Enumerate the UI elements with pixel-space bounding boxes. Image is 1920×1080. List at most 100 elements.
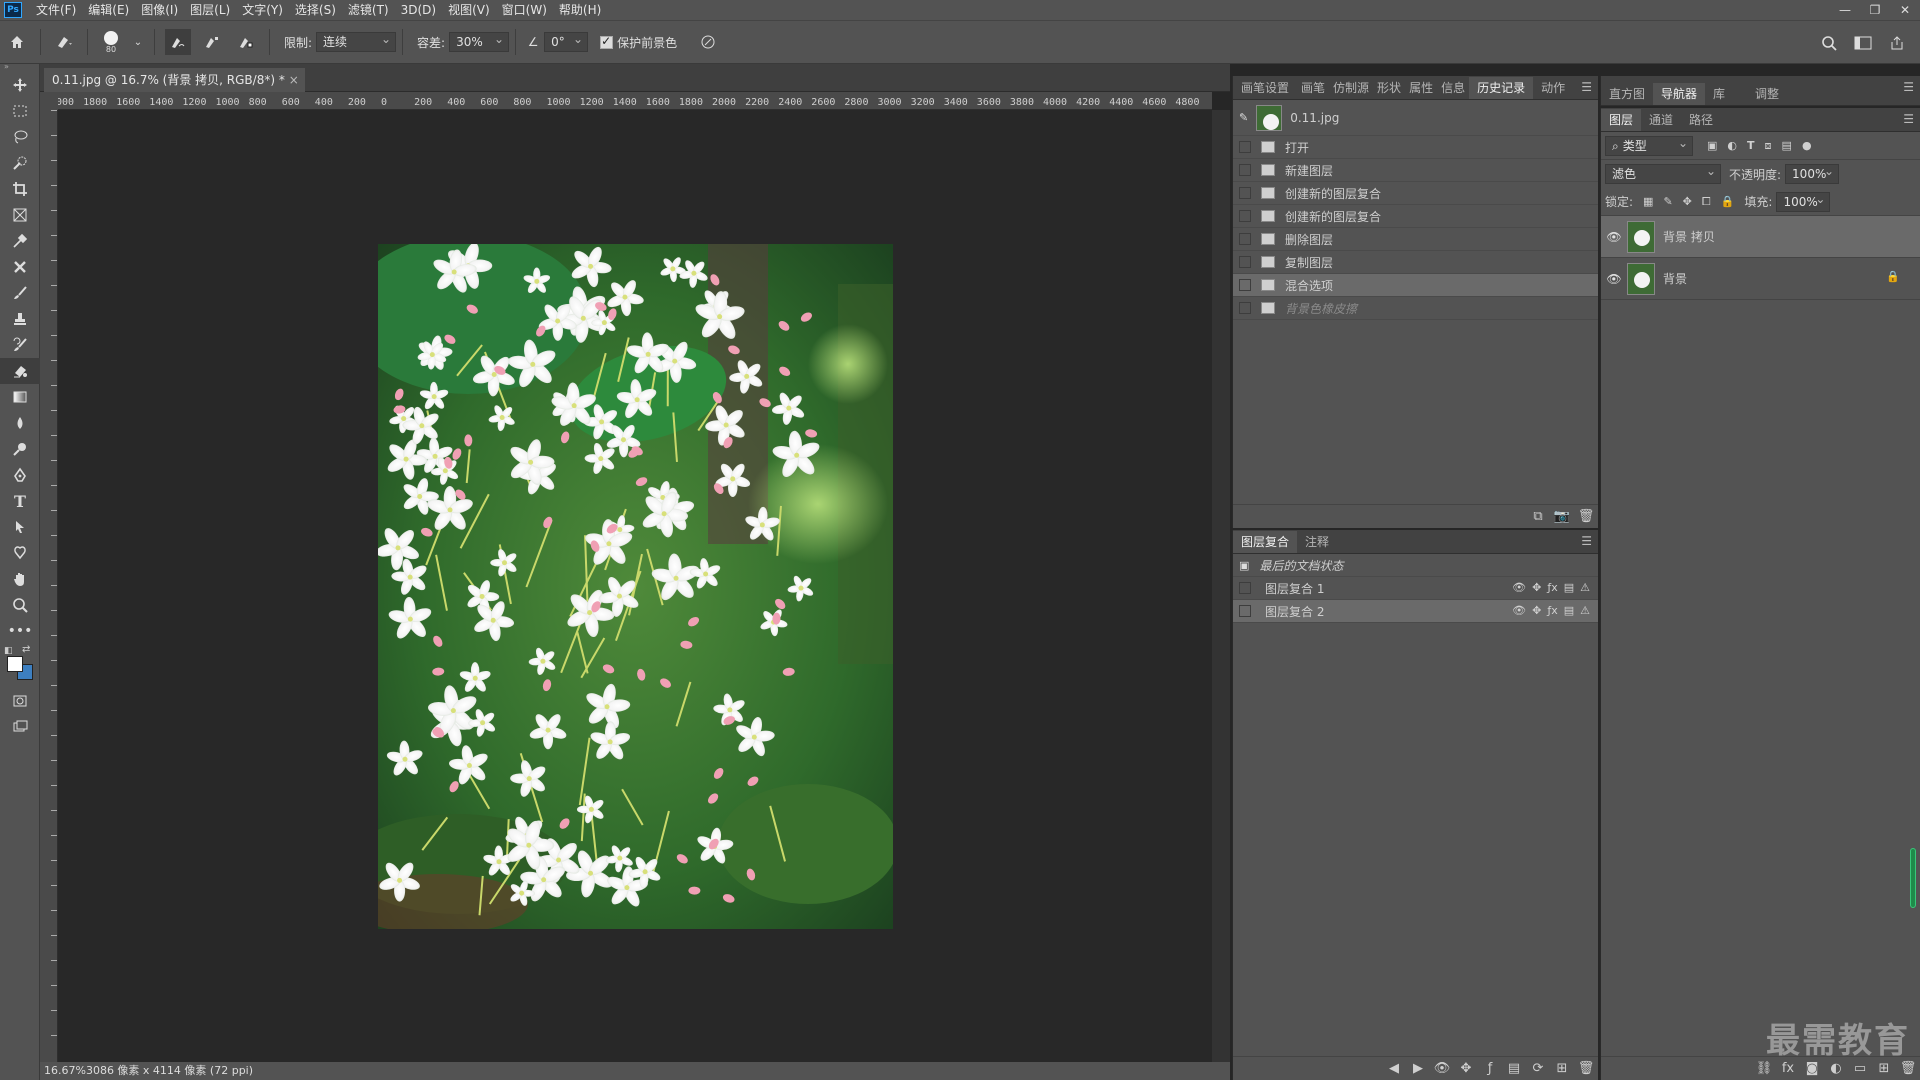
filter-pixel-icon[interactable]: ▣ <box>1707 139 1717 153</box>
close-icon[interactable]: × <box>289 68 299 92</box>
crop-tool-icon[interactable] <box>0 176 40 202</box>
link-layers-icon[interactable]: ⛓ <box>1752 1061 1776 1076</box>
zoom-tool-icon[interactable] <box>0 592 40 618</box>
fill-input[interactable]: 100% <box>1776 190 1831 212</box>
tab-info[interactable]: 信息 <box>1437 77 1469 99</box>
history-step[interactable]: 复制图层 <box>1233 251 1598 274</box>
tab-brush[interactable]: 画笔 <box>1297 77 1329 99</box>
warning-icon[interactable]: ⚠ <box>1580 604 1590 617</box>
collapse-arrows-icon[interactable]: » <box>0 63 39 72</box>
trash-icon[interactable]: 🗑 <box>1574 509 1598 524</box>
menu-type[interactable]: 文字(Y) <box>236 0 289 20</box>
path-selection-tool-icon[interactable] <box>0 514 40 540</box>
menu-3d[interactable]: 3D(D) <box>395 0 442 20</box>
history-step[interactable]: 删除图层 <box>1233 228 1598 251</box>
new-document-from-state-icon[interactable]: ⧉ <box>1526 509 1550 524</box>
history-step[interactable]: 新建图层 <box>1233 159 1598 182</box>
filter-adjustment-icon[interactable]: ◐ <box>1727 139 1737 153</box>
lasso-tool-icon[interactable] <box>0 124 40 150</box>
menu-edit[interactable]: 编辑(E) <box>82 0 135 20</box>
new-comp-icon[interactable]: ⊞ <box>1550 1061 1574 1076</box>
history-step[interactable]: 创建新的图层复合 <box>1233 205 1598 228</box>
more-tools-icon[interactable]: ••• <box>0 618 40 644</box>
menu-view[interactable]: 视图(V) <box>442 0 496 20</box>
layer-filter-select[interactable]: ⌕ 类型 <box>1605 134 1693 156</box>
foreground-color-swatch[interactable] <box>7 656 23 672</box>
style-icon[interactable]: ƒx <box>1547 604 1557 617</box>
next-comp-icon[interactable]: ▶ <box>1406 1061 1430 1076</box>
panel-menu-icon[interactable]: ☰ <box>1903 112 1914 126</box>
blur-tool-icon[interactable] <box>0 410 40 436</box>
marquee-tool-icon[interactable] <box>0 98 40 124</box>
history-source-checkbox[interactable] <box>1239 187 1251 199</box>
lock-position-icon[interactable]: ✥ <box>1683 195 1692 209</box>
previous-comp-icon[interactable]: ◀ <box>1382 1061 1406 1076</box>
swap-colors-icon[interactable]: ⇄ <box>22 644 30 655</box>
history-source-checkbox[interactable] <box>1239 164 1251 176</box>
layer-comp-row[interactable]: 图层复合 1 👁 ✥ ƒx ▤ ⚠ <box>1233 577 1598 600</box>
limits-select[interactable]: 连续 <box>316 30 397 52</box>
custom-shape-tool-icon[interactable] <box>0 540 40 566</box>
lock-icon[interactable]: 🔒 <box>1886 270 1900 283</box>
tolerance-input[interactable]: 30% <box>449 30 510 52</box>
tool-preset-picker-icon[interactable] <box>51 29 77 55</box>
style-icon[interactable]: ƒx <box>1547 581 1557 594</box>
eye-icon[interactable]: 👁 <box>1601 272 1627 286</box>
quick-mask-icon[interactable] <box>0 688 40 714</box>
default-colors-icon[interactable]: ◧ <box>4 646 13 656</box>
visibility-icon[interactable]: 👁 <box>1512 581 1526 594</box>
layer-mask-icon[interactable]: ◙ <box>1800 1061 1824 1076</box>
layer-comp-row[interactable]: 图层复合 2 👁 ✥ ƒx ▤ ⚠ <box>1233 600 1598 623</box>
tab-navigator[interactable]: 导航器 <box>1653 83 1706 105</box>
history-source-checkbox[interactable] <box>1239 141 1251 153</box>
tab-shape[interactable]: 形状 <box>1373 77 1405 99</box>
pen-tool-icon[interactable] <box>0 462 40 488</box>
apply-style-icon[interactable]: ƒ <box>1478 1061 1502 1076</box>
type-tool-icon[interactable]: T <box>0 488 40 514</box>
panel-menu-icon[interactable]: ☰ <box>1903 80 1914 94</box>
adjustment-layer-icon[interactable]: ◐ <box>1824 1061 1848 1076</box>
filter-type-icon[interactable]: T <box>1747 139 1755 153</box>
menu-file[interactable]: 文件(F) <box>30 0 82 20</box>
history-source-checkbox[interactable] <box>1239 279 1251 291</box>
pressure-size-icon[interactable] <box>695 29 721 55</box>
lock-image-icon[interactable]: ✎ <box>1663 195 1672 209</box>
apply-artboard-icon[interactable]: ▤ <box>1502 1061 1526 1076</box>
tab-histogram[interactable]: 直方图 <box>1601 83 1653 105</box>
camera-icon[interactable]: 📷 <box>1550 509 1574 524</box>
comp-apply-box[interactable] <box>1239 582 1251 594</box>
tab-layer-comps[interactable]: 图层复合 <box>1233 531 1298 553</box>
gradient-tool-icon[interactable] <box>0 384 40 410</box>
sampling-once-icon[interactable] <box>199 29 225 55</box>
menu-window[interactable]: 窗口(W) <box>496 0 553 20</box>
document-tab[interactable]: 0.11.jpg @ 16.7% (背景 拷贝, RGB/8*) * × <box>44 68 305 92</box>
tab-layers[interactable]: 图层 <box>1601 109 1642 131</box>
history-step[interactable]: 背景色橡皮擦 <box>1233 297 1598 320</box>
lock-all-icon[interactable]: 🔒 <box>1721 195 1735 209</box>
tab-history[interactable]: 历史记录 <box>1469 77 1534 99</box>
menu-help[interactable]: 帮助(H) <box>553 0 607 20</box>
sampling-background-swatch-icon[interactable] <box>233 29 259 55</box>
layers-scroll-indicator[interactable] <box>1910 848 1916 908</box>
history-snapshot[interactable]: ✎ 0.11.jpg <box>1233 100 1598 136</box>
close-window-button[interactable]: ✕ <box>1890 0 1920 20</box>
tab-channels[interactable]: 通道 <box>1641 109 1681 131</box>
menu-select[interactable]: 选择(S) <box>289 0 342 20</box>
healing-brush-tool-icon[interactable] <box>0 254 40 280</box>
chevron-down-icon[interactable]: ⌄ <box>132 29 144 55</box>
artboard-icon[interactable]: ▤ <box>1564 581 1574 594</box>
workspace-icon[interactable] <box>1850 30 1876 56</box>
flower-photo[interactable] <box>378 244 893 929</box>
eye-icon[interactable]: 👁 <box>1601 230 1627 244</box>
apply-visibility-icon[interactable]: 👁 <box>1430 1061 1454 1076</box>
canvas-area[interactable] <box>58 110 1212 1062</box>
menu-filter[interactable]: 滤镜(T) <box>342 0 395 20</box>
group-icon[interactable]: ▭ <box>1848 1061 1872 1076</box>
menu-image[interactable]: 图像(I) <box>135 0 184 20</box>
sampling-continuous-icon[interactable] <box>165 29 191 55</box>
layer-style-icon[interactable]: fx <box>1776 1061 1800 1076</box>
vertical-scrollbar[interactable] <box>1212 110 1230 1062</box>
opacity-input[interactable]: 100% <box>1785 162 1840 184</box>
apply-position-icon[interactable]: ✥ <box>1454 1061 1478 1076</box>
history-step[interactable]: 打开 <box>1233 136 1598 159</box>
